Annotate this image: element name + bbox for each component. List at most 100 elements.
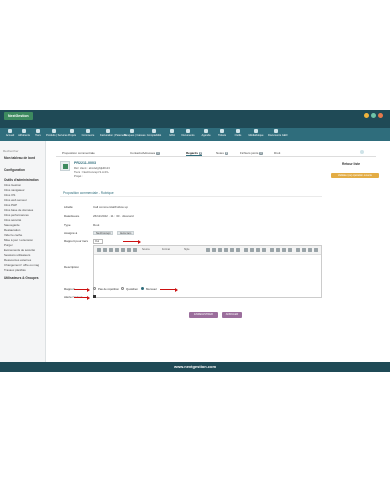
logout-icon[interactable] [378,113,383,118]
assignee-chip[interactable]: Autre tiers [117,231,135,235]
menu-item-comptabilite[interactable]: Comptabilité [146,129,162,141]
menu-item-tiers[interactable]: Tiers [30,129,46,141]
sidebar-link[interactable]: Infos OS [4,193,15,197]
tab-count-badge: 2 [199,152,203,155]
menu-item-ged[interactable]: Documents GED [268,129,287,141]
menu-item-agenda[interactable]: Agenda [198,129,214,141]
sidebar-section-configuration[interactable]: Configuration [4,168,25,172]
undo-icon[interactable] [121,248,125,252]
settings-icon[interactable] [371,113,376,118]
menu-item-tickets[interactable]: Tickets [214,129,230,141]
source-button[interactable]: Source [142,248,150,251]
sidebar-link[interactable]: Infos web serveur [4,198,27,202]
notification-icon[interactable] [364,113,369,118]
sidebar-link[interactable]: Travaux planifiés [4,268,26,272]
field-label-assigne: Assigné à [64,231,78,235]
assignee-chip[interactable]: NextConcept [93,231,114,235]
record-tabs: Proposition commerciale Contacts/Adresse… [56,151,376,157]
bold-icon[interactable] [206,248,210,252]
app-window: NextGestion Accueil Adhérents Tiers Prod… [0,110,390,372]
record-projet: Projet : [74,174,83,178]
annotation-arrow [160,287,178,292]
field-label-type: Type [64,223,71,227]
underline-icon[interactable] [218,248,222,252]
outdent-icon[interactable] [262,248,266,252]
tab-count-badge: 3 [156,152,160,155]
align-center-icon[interactable] [276,248,280,252]
tab-proposition[interactable]: Proposition commerciale [62,151,95,155]
indent-icon[interactable] [256,248,260,252]
sidebar-search-label[interactable]: Rechercher [3,149,19,153]
sidebar-link[interactable]: Sessions utilisateurs [4,253,30,257]
list-icon[interactable] [244,248,248,252]
side-action-button[interactable]: Validate (ou) opération ouverte [331,173,379,178]
cancel-button[interactable]: ANNULER [222,312,242,318]
field-date-input[interactable]: 26/11/2022 · 11 : 30 · disonard [93,214,134,218]
style-dropdown[interactable]: Style [184,248,190,251]
app-logo[interactable]: NextGestion [4,112,33,120]
tab-contacts[interactable]: Contacts/Adresses 3 [130,151,160,155]
sidebar-section-admin-tools[interactable]: Outils d'administration [4,178,39,182]
field-type-select[interactable]: Rout [93,223,99,227]
italic-icon[interactable] [212,248,216,252]
menu-item-outils[interactable]: Outils [230,129,246,141]
menu-item-commerce[interactable]: Commerce [80,129,96,141]
copy-icon[interactable] [109,248,113,252]
sidebar-link[interactable]: Infos performances [4,213,29,217]
cut-icon[interactable] [103,248,107,252]
sidebar-link[interactable]: Mise à jour / extension [4,238,33,242]
menu-item-produits[interactable]: Produits | Services [46,129,68,141]
justify-icon[interactable] [288,248,292,252]
tab-fichiers[interactable]: Fichiers joints 0 [240,151,263,155]
align-right-icon[interactable] [282,248,286,252]
sidebar-link[interactable]: Ressources externes [4,258,31,262]
source-icon[interactable] [97,248,101,252]
table-icon[interactable] [308,248,312,252]
color-icon[interactable] [314,248,318,252]
image-icon[interactable] [302,248,306,252]
sidebar-link[interactable]: Infos PHP [4,203,17,207]
sidebar-section-users-groups[interactable]: Utilisateurs & Groupes [4,276,39,280]
radio-daily[interactable] [121,287,124,290]
superscript-icon[interactable] [236,248,240,252]
sidebar-link[interactable]: Evènements de sécurité [4,248,35,252]
menu-item-grh[interactable]: GRH [164,129,180,141]
find-icon[interactable] [133,248,137,252]
format-dropdown[interactable]: Format [162,248,170,251]
back-to-list-link[interactable]: Retour liste [342,162,360,166]
paste-icon[interactable] [115,248,119,252]
redo-icon[interactable] [127,248,131,252]
sidebar-link[interactable]: Infos sécurité [4,218,21,222]
radio-label: Mensuel [146,287,157,291]
field-libelle-input[interactable]: Call commercial/Follow up [93,205,128,209]
sidebar-link[interactable]: Changement ! offre ou mag [4,263,39,267]
field-label-libelle: Libellé [64,205,73,209]
rapport-tiers-select[interactable]: Oui [93,239,103,244]
sidebar-link[interactable]: Infos Gestion [4,183,21,187]
radio-monthly[interactable] [141,287,144,290]
tab-droit[interactable]: Droit [274,151,280,155]
menu-item-mediatheque[interactable]: Médiathèque [248,129,264,141]
sidebar-link[interactable]: Sauvegarde [4,223,20,227]
tab-notes[interactable]: Notes 0 [216,151,229,155]
notify-checkbox[interactable] [93,295,96,298]
sidebar-link[interactable]: Restauration [4,228,20,232]
strike-icon[interactable] [224,248,228,252]
sidebar-section-dashboard[interactable]: Mon tableau de bord [4,156,35,160]
field-label-description: Description [64,265,80,269]
align-left-icon[interactable] [270,248,274,252]
subscript-icon[interactable] [230,248,234,252]
menu-item-banques[interactable]: Banques | Caisses [124,129,146,141]
menu-item-projets[interactable]: Projets [64,129,80,141]
tab-regards[interactable]: Regards 2 [186,151,203,156]
menu-item-documents[interactable]: Documents [180,129,196,141]
radio-no-repeat[interactable] [93,287,96,290]
sidebar-link[interactable]: Infos base de données [4,208,33,212]
sidebar-link[interactable]: Infos navigateur [4,188,25,192]
numbered-list-icon[interactable] [250,248,254,252]
menu-item-facturation[interactable]: Facturation | Paiement [100,129,126,141]
save-button[interactable]: ENREGISTRER [189,312,218,318]
sidebar-link[interactable]: Purger [4,243,13,247]
sidebar-link[interactable]: Vider le cache [4,233,22,237]
link-icon[interactable] [296,248,300,252]
